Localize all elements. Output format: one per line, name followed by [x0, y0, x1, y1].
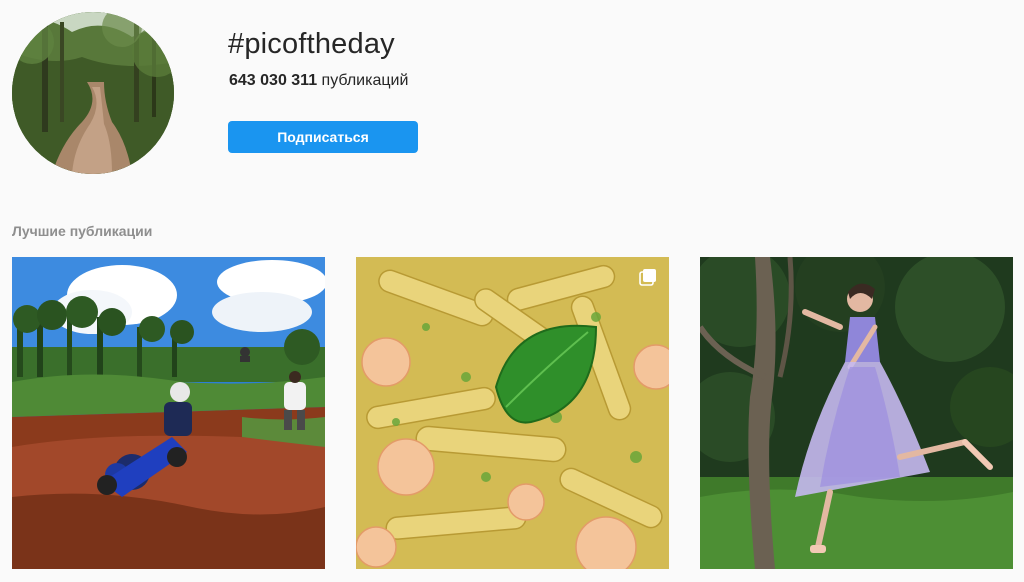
post-count: 643 030 311 публикаций	[229, 71, 408, 91]
forest-road-image	[12, 12, 174, 174]
post-count-label: публикаций	[321, 72, 409, 89]
follow-button[interactable]: Подписаться	[228, 121, 418, 153]
top-post-2[interactable]	[356, 257, 669, 569]
top-posts-heading: Лучшие публикации	[12, 223, 153, 239]
hashtag-title: #picoftheday	[228, 28, 395, 60]
carousel-icon	[639, 269, 656, 286]
hashtag-avatar	[12, 12, 174, 174]
carousel-icon	[295, 269, 312, 286]
top-post-3[interactable]	[700, 257, 1013, 569]
motocross-rider-image	[12, 257, 325, 569]
pasta-shrimp-image	[356, 257, 669, 569]
post-count-value: 643 030 311	[229, 72, 318, 89]
ballerina-image	[700, 257, 1013, 569]
top-post-1[interactable]	[12, 257, 325, 569]
